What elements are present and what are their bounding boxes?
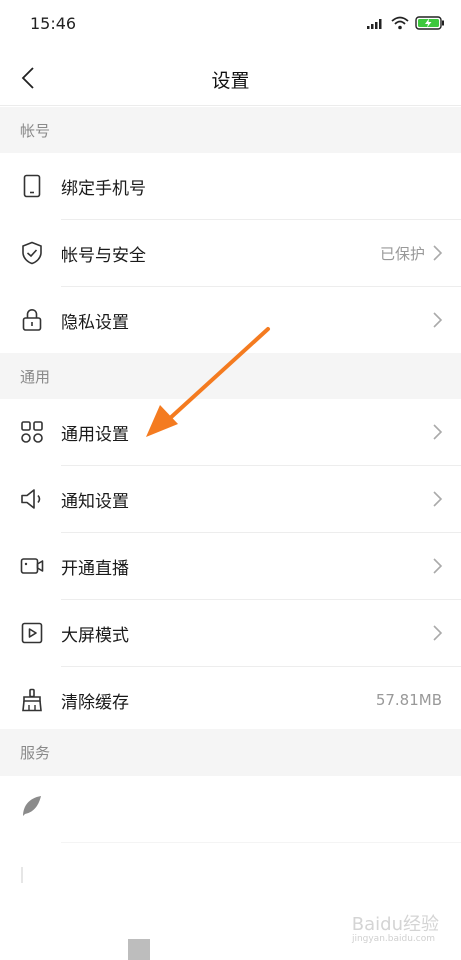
broom-icon (22, 688, 42, 712)
row-label: 通用设置 (61, 424, 129, 445)
watermark-logo: Baidu经验 (351, 914, 439, 935)
speaker-icon (21, 489, 41, 509)
wifi-icon (391, 16, 409, 30)
status-icons (367, 16, 445, 30)
section-header-services: 服务 (0, 729, 461, 776)
row-label: 清除缓存 (61, 692, 129, 713)
leaf-icon (23, 796, 41, 816)
chevron-right-icon (433, 625, 443, 641)
page-title: 设置 (211, 70, 250, 92)
row-label: 隐私设置 (61, 312, 129, 333)
row-notification-settings[interactable]: 通知设置 (0, 466, 461, 532)
chevron-right-icon (433, 491, 443, 507)
shield-icon (22, 241, 42, 265)
row-label: 开通直播 (61, 558, 129, 579)
phone-icon (23, 174, 41, 198)
camera-icon (20, 558, 44, 574)
row-account-security[interactable]: 帐号与安全 已保护 (0, 220, 461, 286)
row-clear-cache[interactable]: 清除缓存 57.81MB (0, 667, 461, 733)
row-big-screen-mode[interactable]: 大屏模式 (0, 600, 461, 666)
document-icon (21, 867, 23, 883)
chevron-right-icon (433, 245, 443, 261)
signal-icon (367, 19, 382, 29)
row-service-item[interactable] (0, 843, 461, 909)
row-general-settings[interactable]: 通用设置 (0, 399, 461, 465)
row-label: 大屏模式 (61, 625, 129, 646)
row-open-live[interactable]: 开通直播 (0, 533, 461, 599)
chevron-right-icon (433, 558, 443, 574)
row-label: 帐号与安全 (61, 245, 146, 266)
nav-placeholder (128, 939, 150, 960)
row-value-protected: 已保护 (379, 244, 425, 263)
row-service-item[interactable] (0, 776, 461, 842)
battery-icon (415, 16, 444, 30)
lock-icon (22, 308, 42, 331)
row-privacy-settings[interactable]: 隐私设置 (0, 287, 461, 353)
watermark-url: jingyan.baidu.com (351, 934, 435, 944)
row-label: 通知设置 (61, 491, 129, 512)
status-time: 15:46 (30, 14, 77, 33)
row-label: 绑定手机号 (61, 178, 146, 199)
chevron-right-icon (433, 312, 443, 328)
section-header-account: 帐号 (0, 107, 461, 153)
grid-icon (21, 421, 43, 443)
play-screen-icon (21, 622, 43, 644)
section-header-general: 通用 (0, 353, 461, 399)
status-bar: 15:46 (0, 0, 461, 50)
nav-bar: 设置 (0, 50, 461, 106)
chevron-right-icon (433, 424, 443, 440)
cache-size-value: 57.81MB (375, 691, 442, 709)
row-bind-phone[interactable]: 绑定手机号 (0, 153, 461, 219)
